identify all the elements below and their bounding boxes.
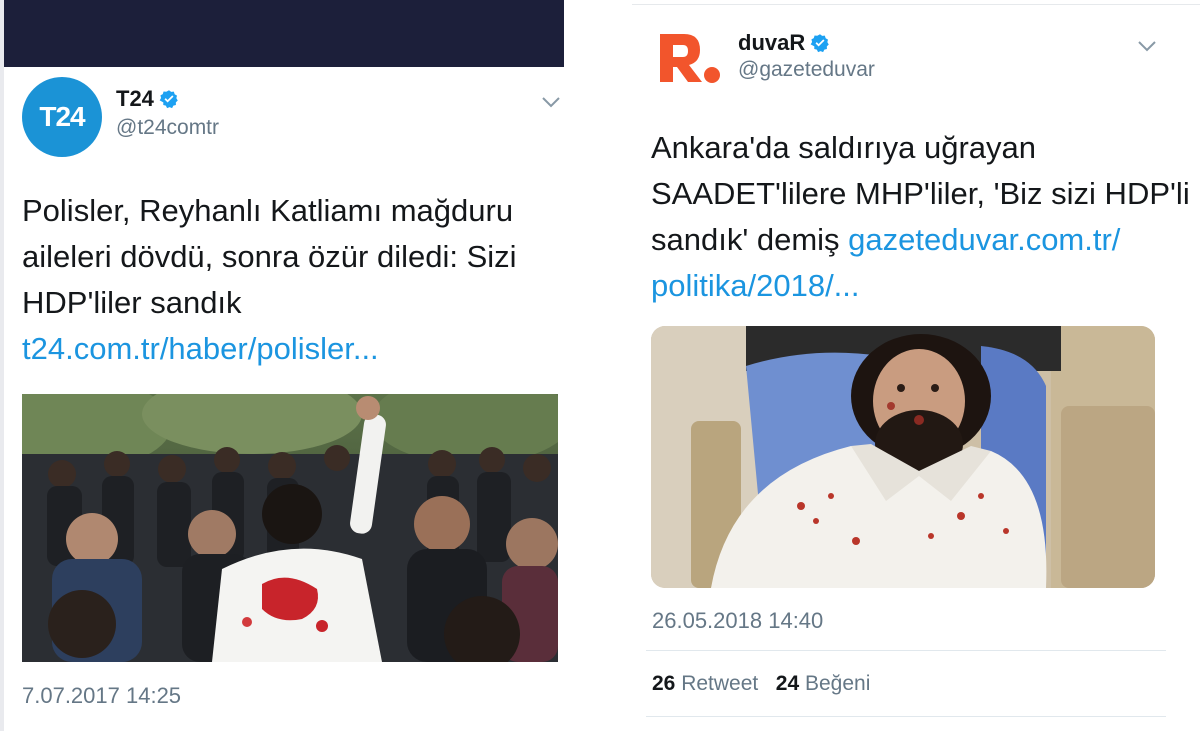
chevron-down-icon[interactable] xyxy=(1137,40,1157,52)
account-name[interactable]: duvaR xyxy=(738,30,830,56)
like-count: 24 xyxy=(775,672,800,695)
tweet-link[interactable]: politika/2018/... xyxy=(651,263,1191,309)
tweet-line: aileleri dövdü, sonra özür diledi: Sizi xyxy=(22,239,517,274)
tweet-line: Polisler, Reyhanlı Katliamı mağduru xyxy=(22,193,514,228)
avatar-label: T24 xyxy=(39,101,85,132)
chevron-down-icon[interactable] xyxy=(541,96,561,108)
tweet-photo[interactable] xyxy=(651,326,1155,588)
duvar-logo-icon[interactable] xyxy=(658,32,722,84)
tweet-line: Ankara'da saldırıya uğrayan xyxy=(651,130,1037,165)
account-name-text: T24 xyxy=(116,86,154,111)
verified-badge-icon xyxy=(159,90,178,109)
account-name-text: duvaR xyxy=(738,30,806,55)
retweet-stat[interactable]: 26 Retweet xyxy=(652,672,758,695)
right-tweet-screenshot: duvaR @gazeteduvar Ankara'da saldırıya u… xyxy=(632,0,1200,731)
panel-gap xyxy=(566,0,632,731)
top-app-bar xyxy=(4,0,564,67)
tweet-text: Ankara'da saldırıya uğrayan SAADET'liler… xyxy=(651,125,1191,309)
tweet-line: SAADET'lilere MHP'liler, 'Biz sizi HDP'l… xyxy=(651,176,1190,211)
crowd-photo-image xyxy=(22,394,558,662)
tweet-line-text: sandık' demiş xyxy=(651,222,849,257)
verified-badge-icon xyxy=(810,34,829,53)
tweet-timestamp[interactable]: 7.07.2017 14:25 xyxy=(22,683,181,709)
tweet-link[interactable]: gazeteduvar.com.tr/ xyxy=(848,222,1120,257)
account-handle[interactable]: @gazeteduvar xyxy=(738,58,875,82)
injured-man-photo-image xyxy=(651,326,1155,588)
account-handle[interactable]: @t24comtr xyxy=(116,116,219,140)
retweet-count: 26 xyxy=(652,672,676,695)
tweet-line: HDP'liler sandık xyxy=(22,285,242,320)
like-stat[interactable]: 24 Beğeni xyxy=(776,672,871,695)
tweet-timestamp[interactable]: 26.05.2018 14:40 xyxy=(652,608,823,634)
tweet-link[interactable]: t24.com.tr/haber/polisler... xyxy=(22,326,552,372)
left-tweet-screenshot: T24 T24 @t24comtr Polisler, Reyhanlı Kat… xyxy=(0,0,566,731)
t24-avatar[interactable]: T24 xyxy=(22,77,102,157)
like-label: Beğeni xyxy=(804,672,871,695)
retweet-label: Retweet xyxy=(681,672,759,695)
top-divider xyxy=(632,4,1200,5)
tweet-stats: 26 Retweet 24 Beğeni xyxy=(652,672,870,696)
divider xyxy=(646,650,1166,651)
tweet-photo[interactable] xyxy=(22,394,558,662)
panel-edge xyxy=(0,0,4,731)
tweet-text: Polisler, Reyhanlı Katliamı mağduru aile… xyxy=(22,188,552,372)
account-name[interactable]: T24 xyxy=(116,86,179,112)
divider xyxy=(646,716,1166,717)
tweet-line: sandık' demiş gazeteduvar.com.tr/ xyxy=(651,217,1191,263)
